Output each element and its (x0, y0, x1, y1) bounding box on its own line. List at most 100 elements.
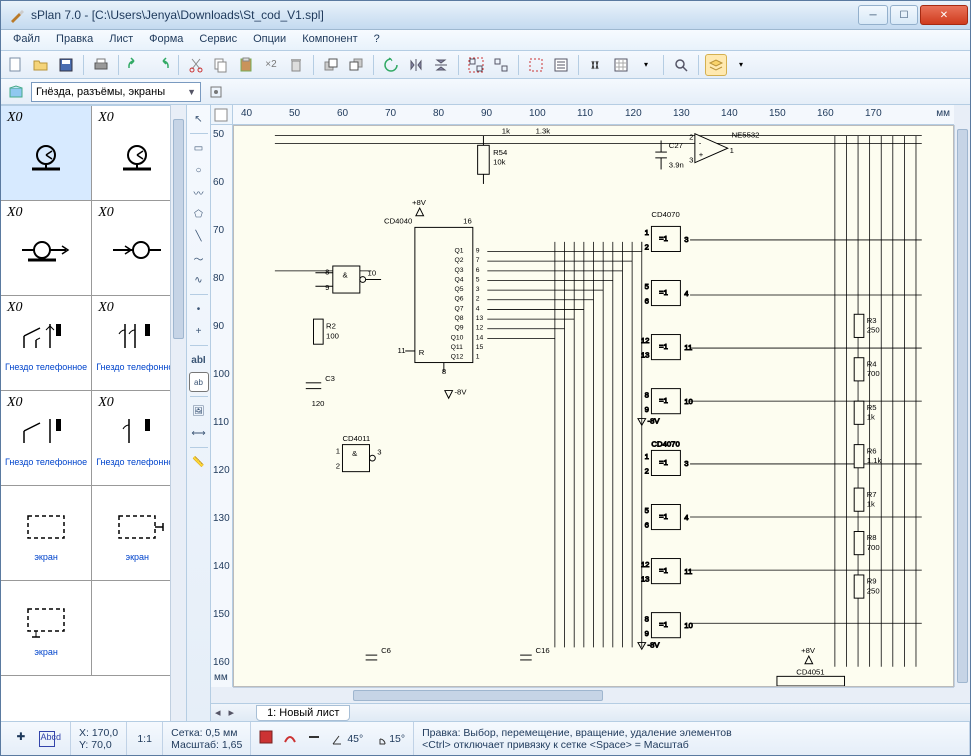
rotate-button[interactable] (380, 54, 402, 76)
svg-text:Q4: Q4 (454, 276, 463, 283)
fliph-button[interactable] (405, 54, 427, 76)
library-scrollbar[interactable] (170, 105, 186, 721)
find-button[interactable] (585, 54, 607, 76)
svg-text:-8V: -8V (648, 416, 661, 425)
circle-tool[interactable]: ○ (189, 160, 209, 180)
toback-button[interactable] (345, 54, 367, 76)
menu-sheet[interactable]: Лист (101, 30, 141, 50)
flipv-button[interactable] (430, 54, 452, 76)
library-item[interactable] (92, 581, 170, 676)
line-style-icon[interactable] (307, 730, 321, 747)
svg-text:12: 12 (641, 336, 650, 345)
junction-tool[interactable]: + (189, 321, 209, 341)
label-toggle-icon[interactable]: Abcd (39, 731, 55, 747)
select-box-button[interactable] (525, 54, 547, 76)
statusbar: ✚ Abcd X: 170,0 Y: 70,0 1:1 Сетка: 0,5 м… (1, 721, 970, 755)
ungroup-button[interactable] (490, 54, 512, 76)
tab-next-button[interactable]: ▸ (225, 706, 239, 719)
open-button[interactable] (30, 54, 52, 76)
layers-button[interactable] (705, 54, 727, 76)
svg-text:4: 4 (684, 289, 689, 298)
menu-form[interactable]: Форма (141, 30, 191, 50)
library-item[interactable]: экран (1, 581, 92, 676)
node-tool[interactable]: • (189, 299, 209, 319)
copy-button[interactable] (210, 54, 232, 76)
horizontal-scrollbar[interactable] (233, 687, 954, 703)
library-item[interactable]: X0 Гнездо телефонное (92, 391, 170, 486)
tab-prev-button[interactable]: ◂ (211, 706, 225, 719)
library-combo[interactable]: Гнёзда, разъёмы, экраны ▼ (31, 82, 201, 102)
paste-button[interactable] (235, 54, 257, 76)
print-button[interactable] (90, 54, 112, 76)
angle2-icon[interactable]: 15° (373, 732, 405, 746)
svg-text:4: 4 (476, 305, 480, 312)
group-button[interactable] (465, 54, 487, 76)
undo-button[interactable] (125, 54, 147, 76)
library-item[interactable]: X0 (1, 201, 92, 296)
rect-tool[interactable]: ▭ (189, 138, 209, 158)
maximize-button[interactable]: ☐ (890, 5, 918, 25)
image-tool[interactable]: 🖼 (189, 401, 209, 421)
ruler-left[interactable]: мм 5060708090100110120130140150160 (211, 125, 233, 687)
svg-text:6: 6 (645, 297, 649, 306)
redo-button[interactable] (150, 54, 172, 76)
svg-text:2: 2 (336, 462, 340, 471)
dropdown-button[interactable]: ▾ (635, 54, 657, 76)
zigzag-tool[interactable]: 〰 (189, 182, 209, 202)
library-item[interactable]: X0 (92, 201, 170, 296)
minimize-button[interactable]: ─ (858, 5, 888, 25)
svg-text:700: 700 (867, 369, 880, 378)
library-item[interactable]: экран (1, 486, 92, 581)
line-tool[interactable]: ╲ (189, 226, 209, 246)
sheet-tab[interactable]: 1: Новый лист (256, 705, 350, 721)
bezier-tool[interactable]: ∿ (189, 270, 209, 290)
library-item[interactable]: X0 Гнездо телефонное (1, 296, 92, 391)
delete-button[interactable] (285, 54, 307, 76)
grid-button[interactable] (610, 54, 632, 76)
close-button[interactable]: ✕ (920, 5, 968, 25)
text-tool[interactable]: abI (189, 350, 209, 370)
library-item[interactable]: X0 Гнездо телефонное (1, 391, 92, 486)
ruler-top[interactable]: мм 405060708090100110120130140150160170 (233, 105, 954, 125)
curve-tool[interactable]: 〜 (189, 248, 209, 268)
color-line-icon[interactable] (283, 730, 297, 747)
library-item[interactable]: X0 Гнездо телефонное (92, 296, 170, 391)
measure-tool[interactable]: 📏 (189, 452, 209, 472)
snap-toggle-icon[interactable]: ✚ (17, 731, 33, 747)
svg-text:4: 4 (684, 513, 689, 522)
color-fill-icon[interactable] (259, 730, 273, 747)
library-item[interactable]: X0 (1, 106, 92, 201)
polygon-tool[interactable]: ⬠ (189, 204, 209, 224)
titlebar[interactable]: sPlan 7.0 - [C:\Users\Jenya\Downloads\St… (1, 1, 970, 30)
menu-options[interactable]: Опции (245, 30, 294, 50)
save-button[interactable] (55, 54, 77, 76)
canvas[interactable]: R54 10k 1k 1.3k C27 3.9n - (233, 125, 954, 687)
svg-text:Q11: Q11 (451, 344, 464, 351)
menu-component[interactable]: Компонент (294, 30, 365, 50)
zoom-button[interactable] (670, 54, 692, 76)
library-item[interactable]: X0 (92, 106, 170, 201)
dimension-tool[interactable]: ⟷ (189, 423, 209, 443)
menu-help[interactable]: ? (366, 30, 388, 50)
multiply-button[interactable]: ×2 (260, 54, 282, 76)
ruler-corner[interactable] (211, 105, 233, 125)
new-button[interactable] (5, 54, 27, 76)
svg-text:Q10: Q10 (451, 334, 464, 341)
svg-text:Q1: Q1 (454, 247, 463, 254)
vertical-scrollbar[interactable] (954, 125, 970, 687)
menu-edit[interactable]: Правка (48, 30, 101, 50)
cut-button[interactable] (185, 54, 207, 76)
svg-text:120: 120 (312, 399, 325, 408)
label-tool[interactable]: ab (189, 372, 209, 392)
tofront-button[interactable] (320, 54, 342, 76)
angle1-icon[interactable]: 45° (331, 732, 363, 746)
library-item[interactable]: экран (92, 486, 170, 581)
svg-text:13: 13 (476, 315, 484, 322)
menu-file[interactable]: Файл (5, 30, 48, 50)
dropdown-layers-button[interactable]: ▾ (730, 54, 752, 76)
cursor-tool[interactable]: ↖ (189, 109, 209, 129)
list-button[interactable] (550, 54, 572, 76)
library-settings-button[interactable] (205, 81, 227, 103)
library-icon[interactable] (5, 81, 27, 103)
menu-service[interactable]: Сервис (191, 30, 245, 50)
